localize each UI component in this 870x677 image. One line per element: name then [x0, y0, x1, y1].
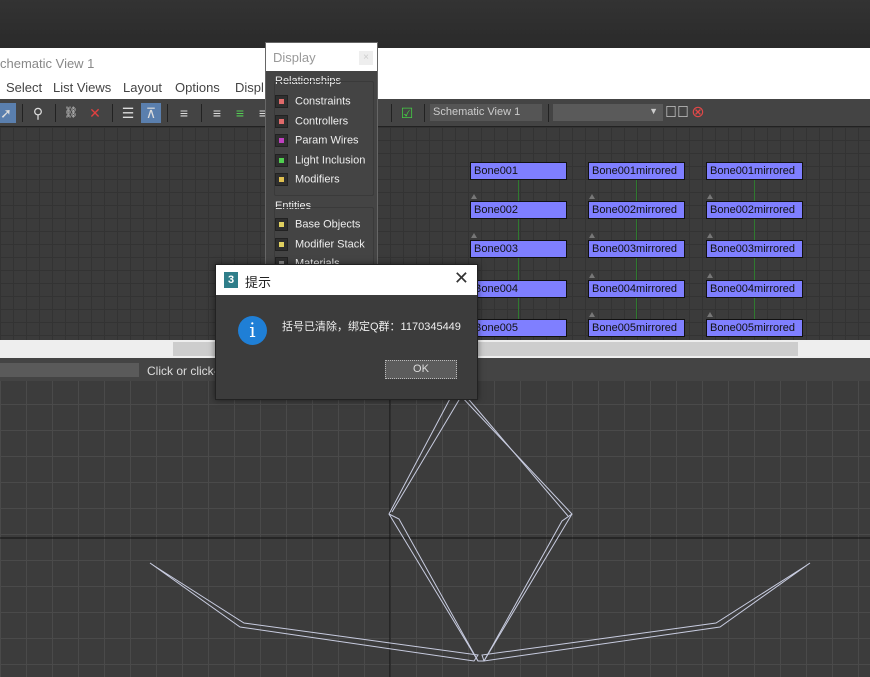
align-left-icon[interactable]: ≡ [207, 103, 227, 123]
bone-node[interactable]: Bone005mirrored [588, 319, 685, 337]
toggle-swatch-icon [275, 237, 288, 251]
bone-node[interactable]: Bone001mirrored [588, 162, 685, 180]
toolbar: ➚ ⚲ ⛓ ✕ ☰ ⊼ ≡ ≡ ≡ ≡ ☑ Schematic View 1 ▼… [0, 99, 870, 127]
link-wire [636, 219, 637, 240]
view-combo[interactable]: ▼ [553, 104, 663, 121]
status-prompt: Click or click-a [147, 364, 225, 378]
bone-node[interactable]: Bone002mirrored [706, 201, 803, 219]
toggle-swatch-icon [275, 114, 288, 128]
bone-node[interactable]: Bone004 [470, 280, 567, 298]
chevron-down-icon: ▼ [649, 106, 658, 116]
link-wire [754, 219, 755, 240]
dialog-close-button[interactable]: ✕ [454, 268, 469, 289]
bone-node[interactable]: Bone003 [470, 240, 567, 258]
display-title: Display [273, 50, 316, 65]
node-expand-icon[interactable] [707, 312, 713, 317]
toggle-swatch-icon [275, 218, 288, 231]
select-arrow-icon[interactable]: ➚ [0, 103, 16, 123]
viewport[interactable] [0, 381, 870, 677]
message-dialog: 3 提示 ✕ i 括号已清除，绑定Q群：1170345449 OK [215, 264, 478, 400]
link-wire [518, 219, 519, 240]
node-expand-icon[interactable] [707, 194, 713, 199]
link-wire [518, 258, 519, 280]
unlink-icon[interactable]: ⛓ [61, 103, 81, 123]
link-wire [518, 298, 519, 319]
node-expand-icon[interactable] [707, 273, 713, 278]
menu-layout[interactable]: Layout [123, 80, 162, 95]
link-wire [518, 180, 519, 201]
node-expand-icon[interactable] [589, 233, 595, 238]
window-title: chematic View 1 [0, 56, 95, 71]
ok-button[interactable]: OK [385, 360, 457, 379]
checkbox-icon[interactable]: ☑ [397, 103, 417, 123]
display-toggle-modifiers[interactable]: Modifiers [275, 173, 340, 186]
node-expand-icon[interactable] [589, 273, 595, 278]
display-toggle-base-objects[interactable]: Base Objects [275, 218, 360, 231]
toggle-swatch-icon [275, 134, 288, 147]
delete-icon[interactable]: ✕ [85, 103, 105, 123]
info-icon: i [238, 316, 267, 345]
bone-node[interactable]: Bone004mirrored [588, 280, 685, 298]
references-mode-icon[interactable]: ⊼ [141, 103, 161, 123]
node-expand-icon[interactable] [707, 233, 713, 238]
close-icon[interactable]: ⊗ [688, 103, 708, 123]
toggle-swatch-icon [275, 95, 288, 108]
go-icon[interactable]: ➜⃝ [665, 103, 689, 123]
display-floater: Display × Relationships Constraints Contr… [265, 42, 378, 270]
link-wire [754, 180, 755, 201]
menu-select[interactable]: Select [6, 80, 42, 95]
menu-bar: Select List Views Layout Options Displ [0, 78, 870, 99]
node-expand-icon[interactable] [589, 194, 595, 199]
node-expand-icon[interactable] [471, 233, 477, 238]
link-wire [636, 180, 637, 201]
menu-display[interactable]: Displ [235, 80, 264, 95]
window-title-bar: chematic View 1 [0, 48, 870, 78]
bone-node[interactable]: Bone002mirrored [588, 201, 685, 219]
node-expand-icon[interactable] [471, 194, 477, 199]
bone-node[interactable]: Bone001 [470, 162, 567, 180]
bone-node[interactable]: Bone004mirrored [706, 280, 803, 298]
bone-node[interactable]: Bone001mirrored [706, 162, 803, 180]
menu-list-views[interactable]: List Views [53, 80, 111, 95]
bone-wireframe [0, 381, 870, 677]
link-wire [754, 258, 755, 280]
node-expand-icon[interactable] [589, 312, 595, 317]
align-icon[interactable]: ≡ [174, 103, 194, 123]
hierarchy-mode-icon[interactable]: ☰ [118, 103, 138, 123]
display-toggle-param-wires[interactable]: Param Wires [275, 134, 359, 147]
display-title-bar: Display × [266, 43, 377, 71]
display-toggle-modifier-stack[interactable]: Modifier Stack [275, 237, 365, 251]
link-wire [636, 298, 637, 319]
link-wire [636, 258, 637, 280]
link-wire [754, 298, 755, 319]
status-field[interactable] [0, 363, 139, 377]
connect-icon[interactable]: ⚲ [28, 103, 48, 123]
dialog-title-bar: 3 提示 ✕ [216, 265, 477, 295]
display-toggle-constraints[interactable]: Constraints [275, 95, 351, 108]
bone-node[interactable]: Bone002 [470, 201, 567, 219]
menu-options[interactable]: Options [175, 80, 220, 95]
dialog-title: 提示 [245, 275, 272, 290]
display-toggle-controllers[interactable]: Controllers [275, 114, 348, 128]
app-logo-icon: 3 [224, 272, 238, 288]
bone-node[interactable]: Bone003mirrored [588, 240, 685, 258]
display-toggle-light-inclusion[interactable]: Light Inclusion [275, 153, 365, 167]
toggle-swatch-icon [275, 153, 288, 167]
align-center-icon[interactable]: ≡ [230, 103, 250, 123]
view-name-field[interactable]: Schematic View 1 [430, 104, 542, 121]
bone-node[interactable]: Bone005mirrored [706, 319, 803, 337]
toggle-swatch-icon [275, 173, 288, 186]
dialog-message: 括号已清除，绑定Q群：1170345449 [282, 321, 461, 333]
app-top-bar [0, 0, 870, 48]
display-close-button[interactable]: × [359, 51, 373, 65]
bone-node[interactable]: Bone005 [470, 319, 567, 337]
bone-node[interactable]: Bone003mirrored [706, 240, 803, 258]
